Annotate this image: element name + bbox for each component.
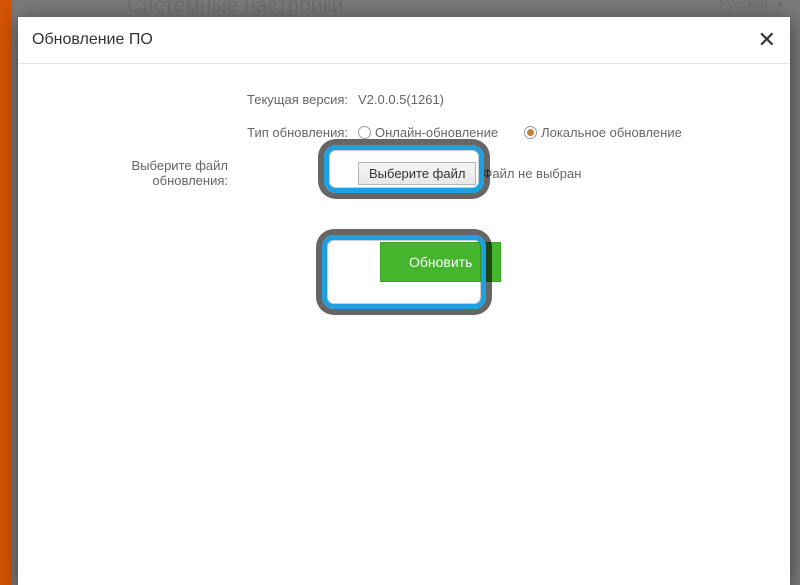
radio-icon <box>358 126 371 139</box>
radio-local-update[interactable]: Локальное обновление <box>524 125 682 140</box>
current-version-label: Текущая версия: <box>58 92 358 107</box>
radio-local-label: Локальное обновление <box>541 125 682 140</box>
current-version-value: V2.0.0.5(1261) <box>358 92 444 107</box>
update-button[interactable]: Обновить <box>380 242 501 282</box>
radio-online-label: Онлайн-обновление <box>375 125 498 140</box>
select-file-label: Выберите файл обновления: <box>58 158 238 188</box>
chevron-down-icon: ▼ <box>775 0 785 11</box>
modal-title: Обновление ПО <box>32 31 770 49</box>
page-title: Системные настройки <box>127 0 344 18</box>
update-button-row: Обновить <box>58 242 750 282</box>
choose-file-button[interactable]: Выберите файл <box>358 162 476 185</box>
backdrop-sidebar <box>0 0 12 585</box>
update-type-label: Тип обновления: <box>58 125 358 140</box>
language-label: Русский <box>719 0 767 11</box>
file-status-text: Файл не выбран <box>482 166 581 181</box>
close-icon[interactable]: ✕ <box>758 29 776 51</box>
modal-body: Текущая версия: V2.0.0.5(1261) Тип обнов… <box>18 64 790 310</box>
update-type-radio-group: Онлайн-обновление Локальное обновление <box>358 125 682 140</box>
select-file-row: Выберите файл обновления: Выберите файл … <box>58 158 750 188</box>
update-type-row: Тип обновления: Онлайн-обновление Локаль… <box>58 125 750 140</box>
radio-icon-checked <box>524 126 537 139</box>
language-selector[interactable]: Русский ▼ <box>719 0 785 11</box>
radio-online-update[interactable]: Онлайн-обновление <box>358 125 498 140</box>
current-version-row: Текущая версия: V2.0.0.5(1261) <box>58 92 750 107</box>
file-button-wrap: Выберите файл <box>358 162 476 185</box>
file-picker-group: Выберите файл Файл не выбран <box>358 162 581 185</box>
software-update-modal: Обновление ПО ✕ Текущая версия: V2.0.0.5… <box>18 17 790 585</box>
modal-header: Обновление ПО ✕ <box>18 17 790 64</box>
